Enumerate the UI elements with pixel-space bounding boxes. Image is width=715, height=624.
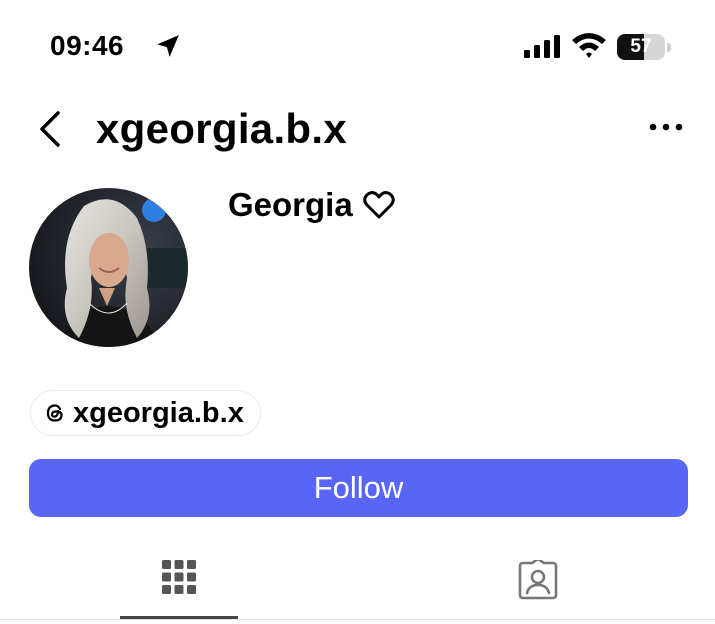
cellular-signal-icon bbox=[524, 35, 560, 58]
tab-tagged[interactable] bbox=[480, 550, 598, 618]
battery-icon: 57 bbox=[617, 34, 671, 60]
threads-badge[interactable]: xgeorgia.b.x bbox=[30, 390, 261, 436]
grid-icon bbox=[162, 560, 196, 594]
profile-header: xgeorgia.b.x bbox=[0, 95, 715, 165]
wifi-icon bbox=[572, 33, 606, 58]
avatar[interactable] bbox=[29, 188, 188, 347]
display-name: Georgia bbox=[228, 186, 353, 223]
page-title: xgeorgia.b.x bbox=[96, 105, 348, 152]
battery-level: 57 bbox=[630, 36, 652, 57]
threads-handle: xgeorgia.b.x bbox=[73, 396, 244, 429]
status-time: 09:46 bbox=[50, 30, 125, 61]
location-arrow-icon bbox=[157, 35, 179, 57]
tagged-person-icon bbox=[518, 560, 558, 600]
status-bar: 09:46 57 bbox=[0, 0, 715, 90]
display-name-row: Georgia bbox=[228, 183, 395, 227]
profile-photo bbox=[29, 188, 188, 347]
back-chevron-icon[interactable] bbox=[34, 109, 66, 149]
battery-body: 57 bbox=[617, 34, 665, 60]
tab-posts-grid[interactable] bbox=[120, 550, 238, 619]
heart-outline-icon bbox=[362, 191, 395, 219]
follow-button[interactable]: Follow bbox=[29, 459, 688, 517]
threads-icon bbox=[46, 404, 63, 422]
tab-bar-divider bbox=[0, 619, 715, 620]
more-options-icon[interactable] bbox=[648, 121, 684, 133]
battery-cap bbox=[667, 43, 671, 52]
